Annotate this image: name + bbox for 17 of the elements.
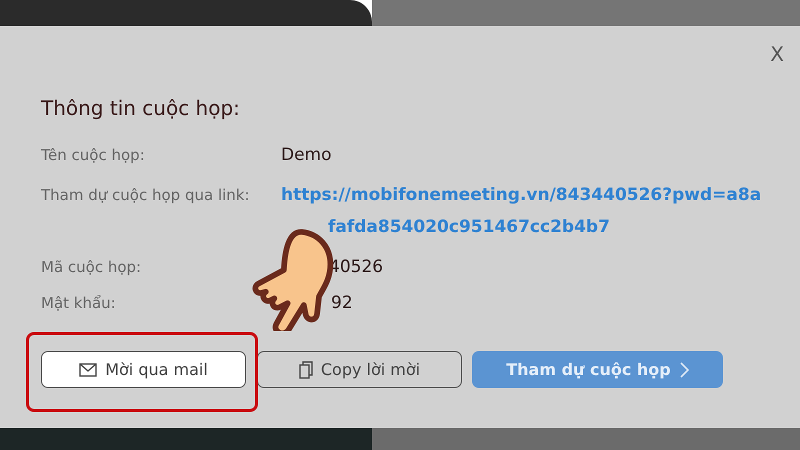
copy-button[interactable]: Copy lời mời (257, 351, 462, 388)
meeting-link[interactable]: https://mobifonemeeting.vn/843440526?pwd=a8a (281, 179, 762, 211)
mail-icon (79, 362, 98, 376)
copy-icon (298, 360, 313, 378)
dialog-title: Thông tin cuộc họp: (41, 95, 241, 122)
field-label: Tên cuộc họp: (41, 145, 146, 166)
field-value: 92 (330, 292, 353, 315)
invite-mail-button[interactable]: Mời qua mail (41, 351, 246, 388)
close-button[interactable]: X (766, 40, 788, 68)
chevron-right-icon (678, 362, 689, 378)
field-value: Demo (281, 144, 332, 167)
field-label: Mật khẩu: (41, 293, 117, 314)
meeting-link[interactable]: fafda854020c951467cc2b4b7 (328, 211, 610, 243)
field-label: Mã cuộc họp: (41, 257, 142, 278)
field-value: 40526 (328, 256, 384, 279)
join-button[interactable]: Tham dự cuộc họp (472, 351, 723, 388)
field-label: Tham dự cuộc họp qua link: (41, 185, 251, 206)
